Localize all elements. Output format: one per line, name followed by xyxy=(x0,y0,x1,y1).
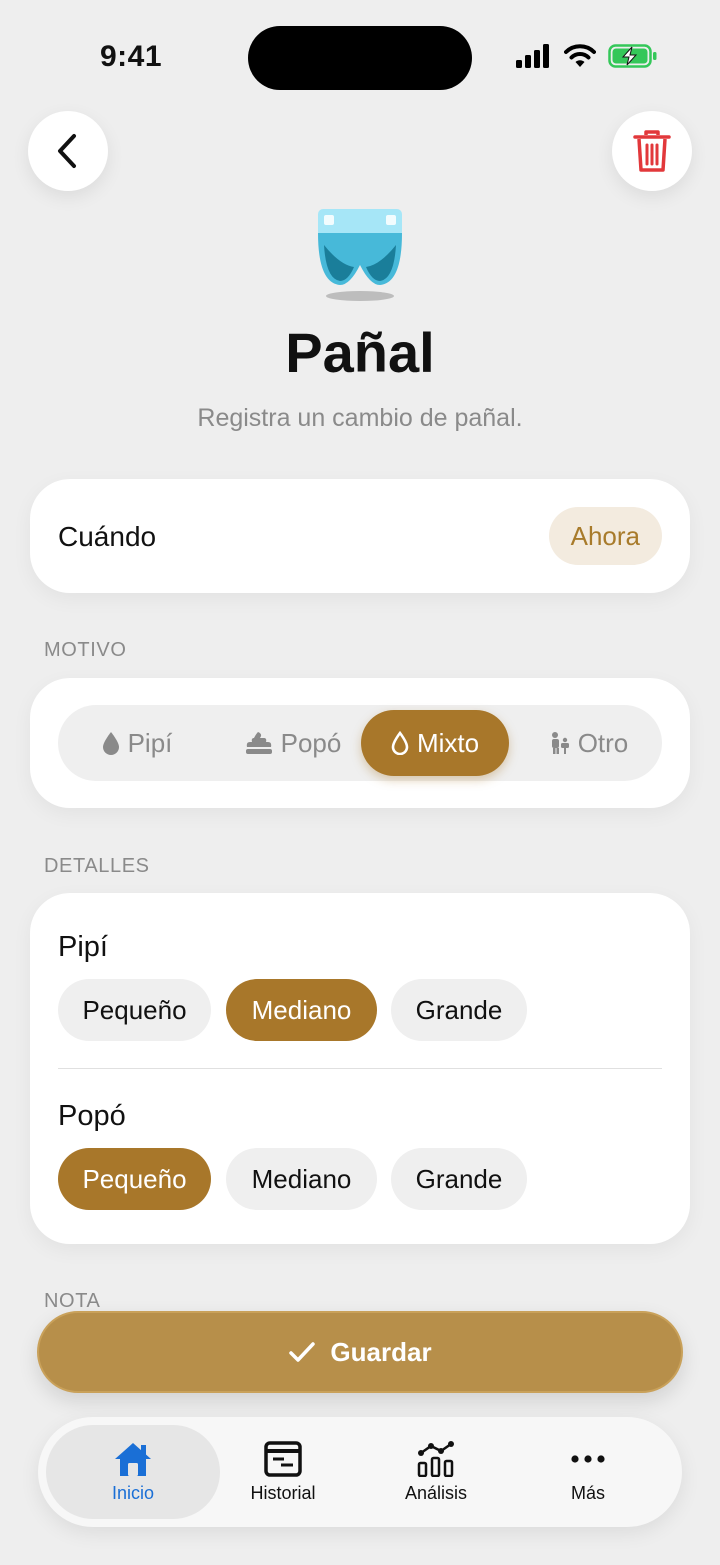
motive-option-label: Mixto xyxy=(416,727,480,758)
analytics-icon xyxy=(417,1440,454,1477)
drop-icon xyxy=(391,731,409,755)
status-icons xyxy=(516,44,658,68)
note-section-label: NOTA xyxy=(44,1290,101,1312)
motive-segmented-control: Pipí Popó Mixto Otro xyxy=(58,705,662,781)
pipi-size-medium[interactable]: Mediano xyxy=(226,979,377,1041)
popo-size-title: Popó xyxy=(58,1100,126,1132)
motive-section-label: MOTIVO xyxy=(44,639,127,661)
poop-icon xyxy=(245,732,272,754)
motive-option-pipi[interactable]: Pipí xyxy=(72,710,202,776)
wifi-icon xyxy=(564,44,596,67)
tab-label: Más xyxy=(570,1482,605,1503)
pipi-size-large[interactable]: Grande xyxy=(391,979,527,1041)
page-subtitle: Registra un cambio de pañal. xyxy=(197,404,523,432)
page-title: Pañal xyxy=(285,321,435,384)
status-time: 9:41 xyxy=(100,40,163,73)
save-button[interactable]: Guardar xyxy=(37,1311,683,1393)
motive-option-label: Pipí xyxy=(127,727,173,758)
when-value-button[interactable]: Ahora xyxy=(548,507,662,565)
details-section-label: DETALLES xyxy=(44,855,150,877)
history-icon xyxy=(264,1440,302,1477)
motive-option-otro[interactable]: Otro xyxy=(523,710,653,776)
more-icon xyxy=(571,1454,605,1463)
popo-size-large[interactable]: Grande xyxy=(391,1148,527,1210)
tab-historial[interactable]: Historial xyxy=(228,1425,338,1519)
save-button-label: Guardar xyxy=(330,1336,432,1367)
home-icon xyxy=(115,1442,151,1476)
when-label: Cuándo xyxy=(58,521,157,552)
motive-option-popo[interactable]: Popó xyxy=(218,710,368,776)
tab-label: Análisis xyxy=(404,1482,468,1503)
tab-label: Historial xyxy=(250,1482,316,1503)
battery-charging-icon xyxy=(608,44,657,68)
checkmark-icon xyxy=(289,1342,316,1362)
motive-option-label: Popó xyxy=(280,727,342,758)
tab-bar: Inicio Historial Análisis Más xyxy=(38,1417,682,1527)
trash-icon xyxy=(633,130,671,172)
tab-analisis[interactable]: Análisis xyxy=(381,1425,491,1519)
delete-button[interactable] xyxy=(612,111,692,191)
motive-card: Pipí Popó Mixto Otro xyxy=(30,678,690,808)
pipi-size-small[interactable]: Pequeño xyxy=(58,979,211,1041)
popo-size-medium[interactable]: Mediano xyxy=(226,1148,377,1210)
diaper-icon xyxy=(310,205,410,310)
dynamic-island xyxy=(248,26,472,90)
details-divider xyxy=(58,1068,662,1069)
tab-mas[interactable]: Más xyxy=(533,1425,643,1519)
motive-option-label: Otro xyxy=(577,727,629,758)
drop-icon xyxy=(102,732,119,755)
tab-inicio[interactable]: Inicio xyxy=(46,1425,220,1519)
cellular-signal-icon xyxy=(516,44,549,68)
chevron-left-icon xyxy=(58,134,76,168)
details-card: Pipí Pequeño Mediano Grande Popó Pequeño… xyxy=(30,893,690,1244)
motive-option-mixto[interactable]: Mixto xyxy=(361,710,509,776)
pipi-size-title: Pipí xyxy=(58,931,108,963)
back-button[interactable] xyxy=(28,111,108,191)
popo-size-small[interactable]: Pequeño xyxy=(58,1148,211,1210)
when-card: Cuándo Ahora xyxy=(30,479,690,593)
baby-changing-icon xyxy=(551,732,569,754)
tab-label: Inicio xyxy=(111,1482,155,1503)
